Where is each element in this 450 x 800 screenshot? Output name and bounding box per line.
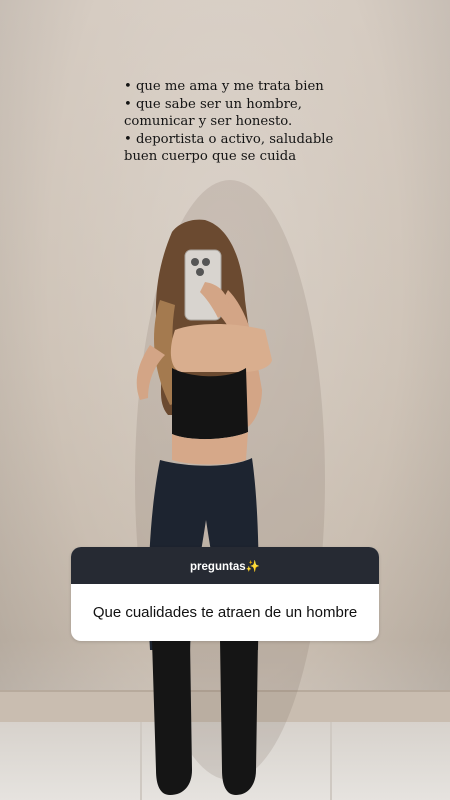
story-frame: • que me ama y me trata bien • que sabe … (0, 0, 450, 800)
question-sticker-label: preguntas✨ (190, 560, 260, 573)
story-text-line: • que me ama y me trata bien (124, 79, 324, 94)
story-text-line: • deportista o activo, saludable (124, 131, 334, 147)
question-text: Que cualidades te atraen de un hombre (92, 604, 358, 621)
question-sticker-body: Que cualidades te atraen de un hombre (71, 584, 379, 641)
story-text-line: buen cuerpo que se cuida (124, 149, 297, 164)
question-sticker-header: preguntas✨ (71, 547, 379, 584)
story-text-line: • que sabe ser un hombre, (124, 96, 302, 112)
story-text-line: comunicar y ser honesto. (124, 114, 293, 129)
story-text-block: • que me ama y me trata bien • que sabe … (124, 78, 424, 166)
question-sticker[interactable]: preguntas✨ Que cualidades te atraen de u… (71, 547, 379, 641)
